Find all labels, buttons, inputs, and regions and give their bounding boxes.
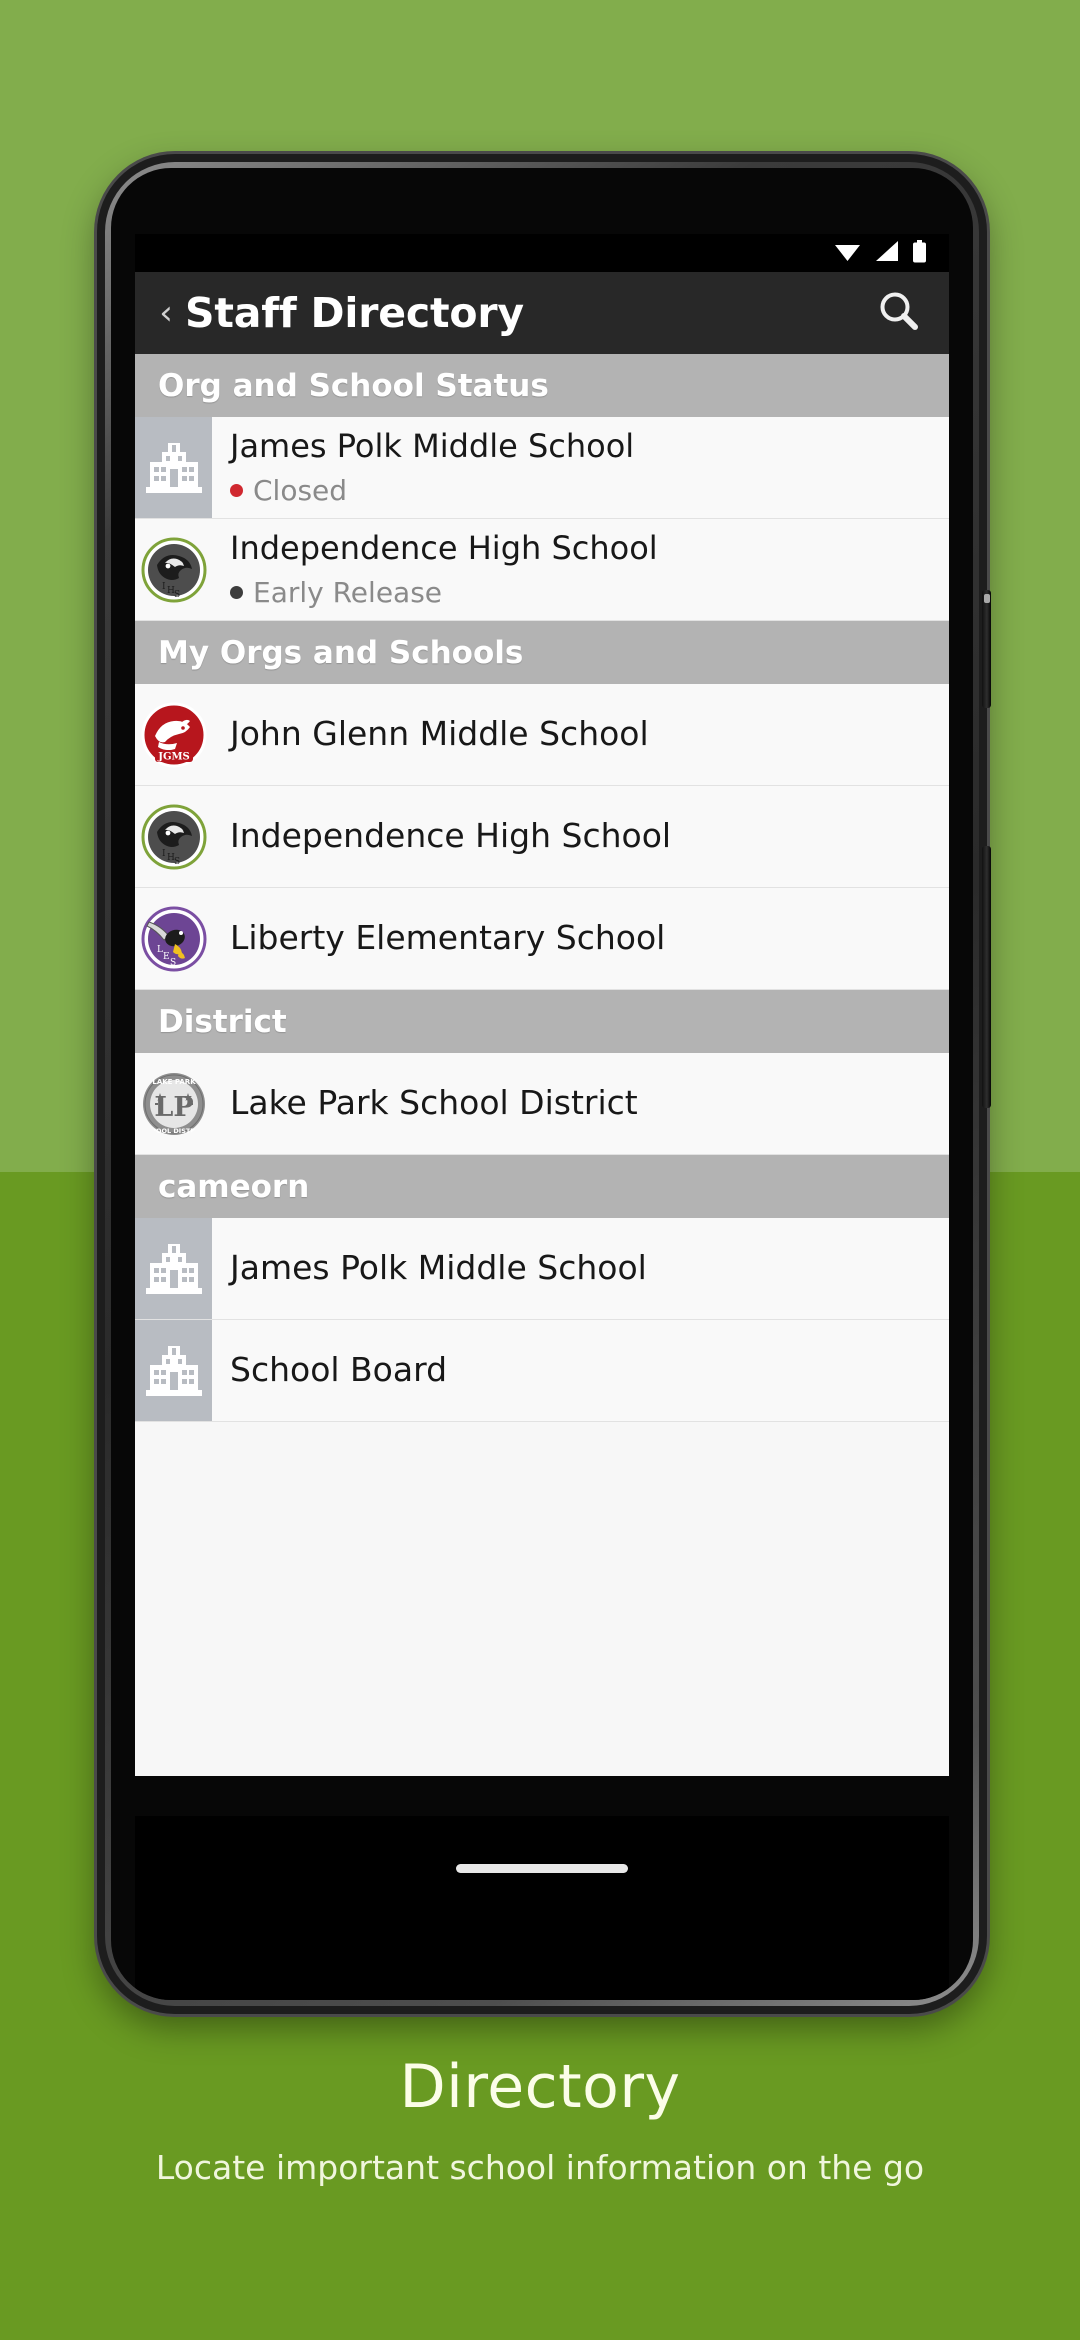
section-header-label: cameorn: [158, 1168, 310, 1205]
home-indicator[interactable]: [456, 1864, 628, 1873]
status-badge: Closed: [230, 474, 935, 507]
svg-text:JGMS: JGMS: [157, 751, 190, 762]
list-item-title: James Polk Middle School: [230, 1248, 647, 1288]
list-item-title: Liberty Elementary School: [230, 918, 666, 958]
svg-text:SCHOOL DISTRICT: SCHOOL DISTRICT: [141, 1127, 207, 1135]
search-button[interactable]: [871, 285, 927, 341]
system-navigation-bar: [135, 1816, 949, 2000]
list-item-body: Independence High School Early Release: [212, 519, 949, 620]
section-header-label: My Orgs and Schools: [158, 634, 524, 671]
list-item[interactable]: James Polk Middle School: [135, 1218, 949, 1320]
list-item[interactable]: I H S Independence High School Early Release: [135, 519, 949, 621]
search-icon: [876, 288, 922, 338]
school-building-icon: [135, 1218, 212, 1319]
wifi-icon: [834, 241, 861, 266]
section-header: District: [135, 990, 949, 1053]
battery-icon: [912, 239, 927, 267]
svg-text:S: S: [170, 958, 176, 968]
status-dot-icon: [230, 484, 243, 498]
caption-subtitle: Locate important school information on t…: [155, 2148, 925, 2187]
list-item-body: James Polk Middle School Closed: [212, 417, 949, 518]
page-title: Staff Directory: [185, 289, 524, 337]
status-text: Closed: [253, 474, 348, 508]
section-header: My Orgs and Schools: [135, 621, 949, 684]
status-dot-icon: [230, 586, 243, 600]
section-header: Org and School Status: [135, 354, 949, 417]
svg-text:I: I: [162, 849, 166, 859]
section-header-label: District: [158, 1003, 287, 1040]
list-item-title: Independence High School: [230, 528, 658, 567]
svg-text:I: I: [162, 582, 166, 592]
svg-text:E: E: [163, 952, 170, 962]
app-screen: ‹ Staff Directory Org and School Status J…: [135, 234, 949, 1776]
section-header-label: Org and School Status: [158, 367, 549, 404]
list-item-title: Lake Park School District: [230, 1083, 638, 1123]
app-bar: ‹ Staff Directory: [135, 272, 949, 354]
independence-high-school-crest: IHS: [135, 786, 212, 887]
list-item[interactable]: LAKE PARK SCHOOL DISTRICT LP Lake Park Scho…: [135, 1053, 949, 1155]
list-item-body: School Board: [212, 1320, 949, 1421]
directory-list: Org and School Status James Polk Middle S…: [135, 354, 949, 1422]
list-item[interactable]: James Polk Middle School Closed: [135, 417, 949, 519]
list-item[interactable]: JGMS John Glenn Middle School: [135, 684, 949, 786]
back-button[interactable]: ‹: [149, 296, 183, 330]
list-item[interactable]: School Board: [135, 1320, 949, 1422]
phone-mockup: ‹ Staff Directory Org and School Status J…: [97, 154, 991, 2014]
list-item-title: School Board: [230, 1350, 448, 1390]
school-building-icon: [135, 1320, 212, 1421]
list-item-body: Lake Park School District: [212, 1053, 949, 1154]
phone-screen-frame: ‹ Staff Directory Org and School Status J…: [111, 168, 973, 2000]
list-item-body: Liberty Elementary School: [212, 888, 949, 989]
caption-block: Directory Locate important school inform…: [0, 2052, 1080, 2187]
power-button[interactable]: [982, 590, 991, 708]
list-item-body: James Polk Middle School: [212, 1218, 949, 1319]
status-text: Early Release: [253, 576, 443, 610]
volume-rocker-button[interactable]: [982, 846, 991, 1108]
list-item-body: Independence High School: [212, 786, 949, 887]
svg-text:LAKE PARK: LAKE PARK: [152, 1078, 196, 1086]
svg-text:S: S: [174, 590, 180, 600]
list-item-body: John Glenn Middle School: [212, 684, 949, 785]
list-item-title: Independence High School: [230, 816, 672, 856]
john-glenn-middle-school-crest: JGMS: [135, 684, 212, 785]
list-item[interactable]: L E S Liberty Elementary School: [135, 888, 949, 990]
list-item-title: James Polk Middle School: [230, 426, 635, 465]
caption-title: Directory: [399, 2052, 681, 2122]
list-item-title: John Glenn Middle School: [230, 714, 649, 754]
school-building-icon: [135, 417, 212, 518]
cell-signal-icon: [874, 240, 899, 266]
power-button-highlight: [984, 594, 990, 603]
independence-high-school-crest: IHS: [135, 519, 212, 620]
status-badge: Early Release: [230, 576, 935, 609]
liberty-elementary-school-crest: LES: [135, 888, 212, 989]
status-bar: [135, 234, 949, 272]
lake-park-school-district-crest: LAKE PARK SCHOOL DISTRICT LP: [135, 1053, 212, 1154]
svg-text:S: S: [174, 857, 180, 867]
section-header: cameorn: [135, 1155, 949, 1218]
list-item[interactable]: I H S Independence High School: [135, 786, 949, 888]
